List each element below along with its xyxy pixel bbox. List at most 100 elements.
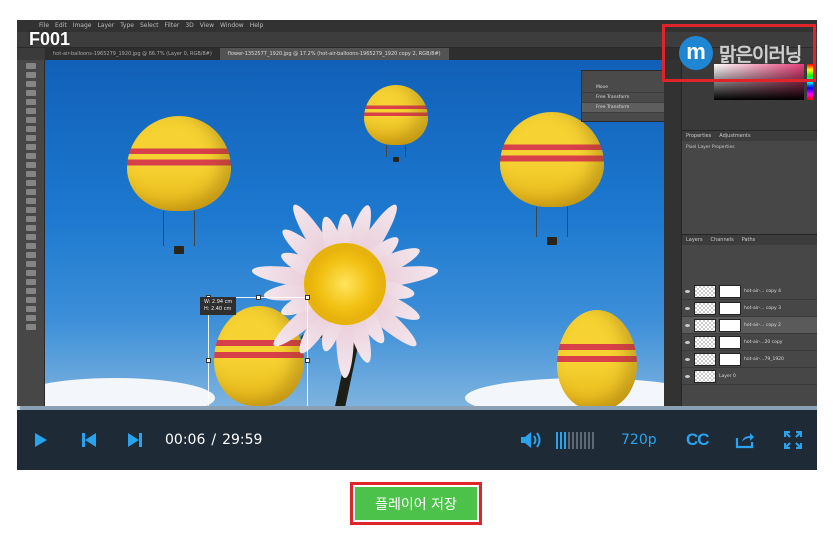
layer-thumbnail xyxy=(694,369,716,383)
share-button[interactable] xyxy=(733,410,757,470)
ps-history-panel: Move Free Transform Free Transform xyxy=(581,70,673,122)
ps-menu-item: Help xyxy=(249,22,264,29)
time-separator: / xyxy=(211,432,217,448)
volume-bar[interactable] xyxy=(584,432,586,449)
ps-menu-item: Edit xyxy=(55,22,67,29)
ps-menu-item: Layer xyxy=(97,22,115,29)
skip-forward-button[interactable] xyxy=(123,410,147,470)
ps-tool-icon xyxy=(26,180,36,186)
layer-thumbnail xyxy=(694,352,716,366)
video-player[interactable]: File Edit Image Layer Type Select Filter 3D View… xyxy=(17,20,817,470)
layer-name: hot-air-... copy 3 xyxy=(744,305,781,311)
ps-menu-item: Select xyxy=(139,22,159,29)
volume-bar[interactable] xyxy=(568,432,570,449)
video-id-label: F001 xyxy=(29,29,71,49)
ps-panel-tab: Paths xyxy=(741,237,756,243)
skip-back-button[interactable] xyxy=(77,410,101,470)
transform-readout: W: 2.94 cm H: 2.40 cm xyxy=(200,297,237,315)
volume-icon xyxy=(521,432,541,448)
balloon xyxy=(557,310,637,408)
ps-properties-panel: Properties Adjustments Pixel Layer Proper… xyxy=(682,130,817,235)
ps-tool-icon xyxy=(26,207,36,213)
volume-bar[interactable] xyxy=(560,432,562,449)
ps-tool-icon xyxy=(26,315,36,321)
ps-tool-icon xyxy=(26,270,36,276)
ps-tool-icon xyxy=(26,324,36,330)
ps-panel-tabs: Properties Adjustments xyxy=(682,131,817,141)
save-player-button[interactable]: 플레이어 저장 xyxy=(355,487,477,520)
quality-button[interactable]: 720p xyxy=(621,410,657,470)
volume-bar[interactable] xyxy=(556,432,558,449)
volume-bar[interactable] xyxy=(576,432,578,449)
volume-bar[interactable] xyxy=(592,432,594,449)
ps-tool-icon xyxy=(26,288,36,294)
ps-toolbar xyxy=(17,60,45,408)
ps-history-item: Move xyxy=(582,83,672,93)
video-frame[interactable]: File Edit Image Layer Type Select Filter 3D View… xyxy=(17,20,817,408)
cc-button[interactable]: CC xyxy=(686,410,710,470)
volume-button[interactable] xyxy=(519,410,545,470)
volume-bar[interactable] xyxy=(580,432,582,449)
ps-layer-row: hot-air-... copy 4 xyxy=(682,283,817,300)
layer-name: hot-air-... copy 2 xyxy=(744,322,781,328)
brand-watermark: m 맑은이러닝 xyxy=(662,24,816,82)
ps-tool-icon xyxy=(26,306,36,312)
eye-icon xyxy=(685,374,690,378)
ps-tool-icon xyxy=(26,225,36,231)
readout-height: H: 2.40 cm xyxy=(204,306,232,312)
ps-tool-icon xyxy=(26,135,36,141)
ps-tool-icon xyxy=(26,216,36,222)
ps-menu-item: Filter xyxy=(164,22,180,29)
ps-panel-tabs: Layers Channels Paths xyxy=(682,235,817,245)
ps-tool-icon xyxy=(26,108,36,114)
ps-menu-item: Image xyxy=(72,22,92,29)
ps-menu-item: File xyxy=(39,22,50,29)
fullscreen-button[interactable] xyxy=(781,410,805,470)
ps-panel-tab: Channels xyxy=(710,237,734,243)
brand-name: 맑은이러닝 xyxy=(719,43,802,66)
properties-label: Pixel Layer Properties xyxy=(686,145,735,150)
volume-bar[interactable] xyxy=(572,432,574,449)
eye-icon xyxy=(685,340,690,344)
layer-thumbnail xyxy=(694,318,716,332)
ps-tool-icon xyxy=(26,81,36,87)
ps-tool-icon xyxy=(26,252,36,258)
fullscreen-icon xyxy=(784,431,802,449)
balloon xyxy=(127,116,231,254)
layer-name: hot-air-... copy 4 xyxy=(744,288,781,294)
ps-layers-panel: Layers Channels Paths hot-air-... copy 4 ho… xyxy=(682,234,817,408)
flower-center xyxy=(307,246,383,322)
save-button-highlight: 플레이어 저장 xyxy=(350,482,482,525)
play-button[interactable] xyxy=(29,410,53,470)
ps-layer-row: Layer 0 xyxy=(682,368,817,385)
ps-layer-row: hot-air-...79_1920 xyxy=(682,351,817,368)
volume-bar[interactable] xyxy=(588,432,590,449)
ps-tool-icon xyxy=(26,189,36,195)
volume-bar[interactable] xyxy=(564,432,566,449)
play-icon xyxy=(35,433,47,447)
ps-tool-icon xyxy=(26,99,36,105)
ps-panel-tab: Adjustments xyxy=(719,133,751,139)
ps-tool-icon xyxy=(26,243,36,249)
ps-canvas: W: 2.94 cm H: 2.40 cm xyxy=(45,60,664,408)
ps-document-tab: hot-air-balloons-1965279_1920.jpg @ 66.7… xyxy=(53,51,212,57)
layer-thumbnail xyxy=(694,335,716,349)
ps-tool-icon xyxy=(26,126,36,132)
eye-icon xyxy=(685,323,690,327)
ps-history-item: Free Transform xyxy=(582,103,672,113)
ps-tool-icon xyxy=(26,162,36,168)
brand-logo: m xyxy=(679,36,713,70)
layer-name: hot-air-...79_1920 xyxy=(744,356,784,362)
ps-document-tab: flower-1352577_1920.jpg @ 17.2% (hot-air… xyxy=(219,48,449,60)
ps-document-tabs: hot-air-balloons-1965279_1920.jpg @ 66.7… xyxy=(45,48,685,60)
ps-tool-icon xyxy=(26,72,36,78)
ps-panel-tab: Layers xyxy=(686,237,703,243)
ps-right-panels: Properties Adjustments Pixel Layer Proper… xyxy=(664,60,817,408)
balloon xyxy=(364,85,428,162)
volume-slider[interactable] xyxy=(556,432,594,449)
skip-forward-icon xyxy=(128,433,142,447)
time-display: 00:06 / 29:59 xyxy=(165,410,262,470)
layer-mask xyxy=(719,284,741,298)
share-icon xyxy=(735,433,754,449)
eye-icon xyxy=(685,357,690,361)
